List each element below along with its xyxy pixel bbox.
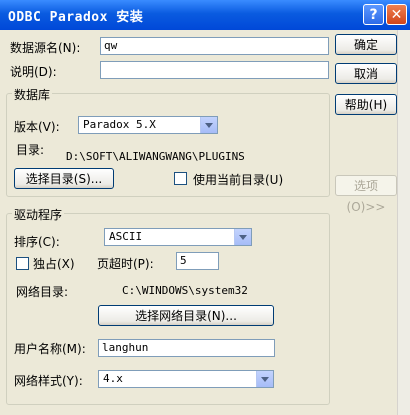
dsn-label: 数据源名(N):: [10, 41, 81, 55]
network-style-value: 4.x: [103, 372, 123, 385]
version-value: Paradox 5.X: [83, 118, 156, 131]
username-input[interactable]: langhun: [98, 339, 275, 357]
description-input[interactable]: [100, 61, 329, 79]
directory-label: 目录:: [16, 143, 45, 157]
network-style-select[interactable]: 4.x: [98, 370, 274, 388]
directory-value: D:\SOFT\ALIWANGWANG\PLUGINS: [66, 150, 245, 163]
use-current-directory-checkbox[interactable]: [174, 172, 187, 185]
scrollbar[interactable]: [397, 30, 410, 415]
collate-select[interactable]: ASCII: [104, 228, 252, 246]
select-directory-button[interactable]: 选择目录(S)...: [14, 168, 114, 189]
help-icon[interactable]: ?: [363, 4, 384, 25]
version-select[interactable]: Paradox 5.X: [78, 116, 218, 134]
close-icon[interactable]: ✕: [386, 4, 407, 25]
version-label: 版本(V):: [14, 120, 60, 134]
page-timeout-label: 页超时(P):: [97, 257, 154, 271]
title-bar[interactable]: ODBC Paradox 安装 ? ✕: [0, 0, 410, 30]
username-label: 用户名称(M):: [14, 342, 86, 356]
description-label: 说明(D):: [10, 65, 57, 79]
use-current-directory-label: 使用当前目录(U): [193, 173, 284, 187]
chevron-down-icon[interactable]: [200, 117, 217, 133]
exclusive-checkbox[interactable]: [16, 257, 29, 270]
page-timeout-input[interactable]: 5: [176, 252, 219, 270]
select-network-directory-button[interactable]: 选择网络目录(N)...: [98, 305, 274, 326]
help-button[interactable]: 帮助(H): [335, 94, 397, 115]
network-directory-label: 网络目录:: [16, 285, 69, 299]
driver-legend: 驱动程序: [12, 206, 65, 223]
ok-button[interactable]: 确定: [335, 34, 397, 55]
cancel-button[interactable]: 取消: [335, 63, 397, 84]
chevron-down-icon[interactable]: [256, 371, 273, 387]
dsn-input[interactable]: qw: [100, 37, 329, 55]
window-title: ODBC Paradox 安装: [8, 10, 144, 25]
exclusive-label: 独占(X): [33, 257, 75, 271]
network-directory-value: C:\WINDOWS\system32: [122, 284, 248, 297]
odbc-paradox-setup-dialog: ODBC Paradox 安装 ? ✕ 数据源名(N): qw 说明(D): 确…: [0, 0, 410, 415]
chevron-down-icon[interactable]: [234, 229, 251, 245]
collate-label: 排序(C):: [14, 235, 60, 249]
database-legend: 数据库: [12, 86, 53, 103]
network-style-label: 网络样式(Y):: [14, 374, 83, 388]
options-button[interactable]: 选项(O)>>: [335, 175, 397, 214]
collate-value: ASCII: [109, 230, 143, 243]
